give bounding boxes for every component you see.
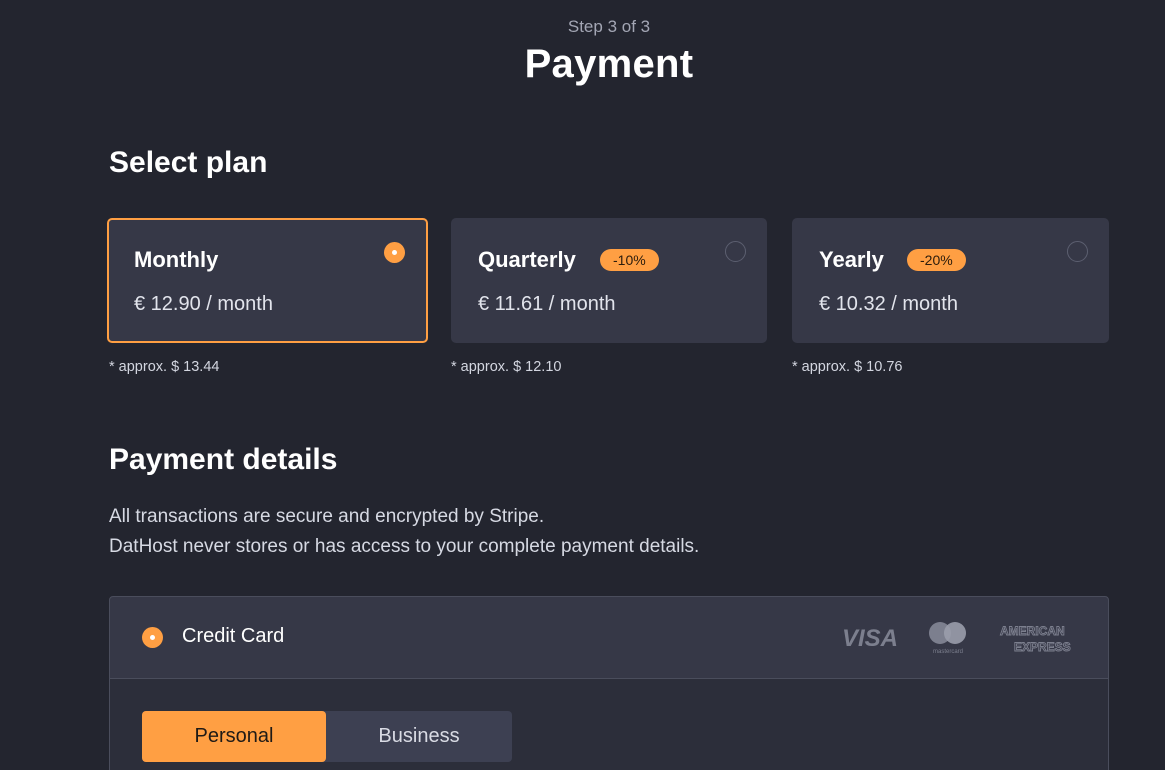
select-plan-heading: Select plan [109,146,268,179]
svg-text:EXPRESS: EXPRESS [1014,640,1071,654]
plan-radio[interactable] [725,241,746,262]
plan-approx-note: * approx. $ 13.44 [109,359,220,375]
discount-badge: -10% [600,249,659,271]
mastercard-logo-icon: mastercard [929,622,966,655]
plan-price: € 12.90 / month [134,293,273,315]
svg-text:VISA: VISA [842,625,898,652]
plan-price: € 10.32 / month [819,293,958,315]
business-tab[interactable]: Business [326,711,512,762]
plan-approx-note: * approx. $ 10.76 [792,359,903,375]
discount-badge: -20% [907,249,966,271]
plan-name: Monthly [134,247,219,272]
visa-logo-icon: VISA [842,625,898,652]
credit-card-label: Credit Card [182,625,285,647]
amex-logo-icon: AMERICAN EXPRESS [1000,624,1072,655]
plan-radio[interactable] [1067,241,1088,262]
plan-card-quarterly[interactable]: Quarterly -10% € 11.61 / month [451,218,767,343]
payment-details-heading: Payment details [109,443,338,476]
svg-text:mastercard: mastercard [933,649,963,655]
payment-page: Step 3 of 3 Payment Select plan Monthly … [0,0,1165,770]
svg-text:AMERICAN: AMERICAN [1000,624,1065,638]
card-logos: VISA mastercard AMERICAN EXPRESS [842,622,1072,655]
privacy-notice: DatHost never stores or has access to yo… [109,536,700,557]
credit-card-form: Personal Business [110,679,1108,770]
plan-name: Yearly [819,247,884,272]
credit-card-option[interactable]: Credit Card VISA mastercard AMERICAN EXP… [110,597,1108,679]
account-type-toggle: Personal Business [142,711,512,762]
plan-card-monthly[interactable]: Monthly € 12.90 / month [107,218,428,343]
plan-approx-note: * approx. $ 12.10 [451,359,562,375]
security-notice: All transactions are secure and encrypte… [109,506,545,527]
payment-method-box: Credit Card VISA mastercard AMERICAN EXP… [109,596,1109,770]
plan-price: € 11.61 / month [478,293,616,315]
plan-card-yearly[interactable]: Yearly -20% € 10.32 / month [792,218,1109,343]
plan-name: Quarterly [478,247,576,272]
page-title: Payment [524,42,694,86]
credit-card-radio[interactable] [142,627,163,648]
personal-tab[interactable]: Personal [142,711,326,762]
step-indicator: Step 3 of 3 [567,17,651,36]
plan-radio-selected[interactable] [384,242,405,263]
